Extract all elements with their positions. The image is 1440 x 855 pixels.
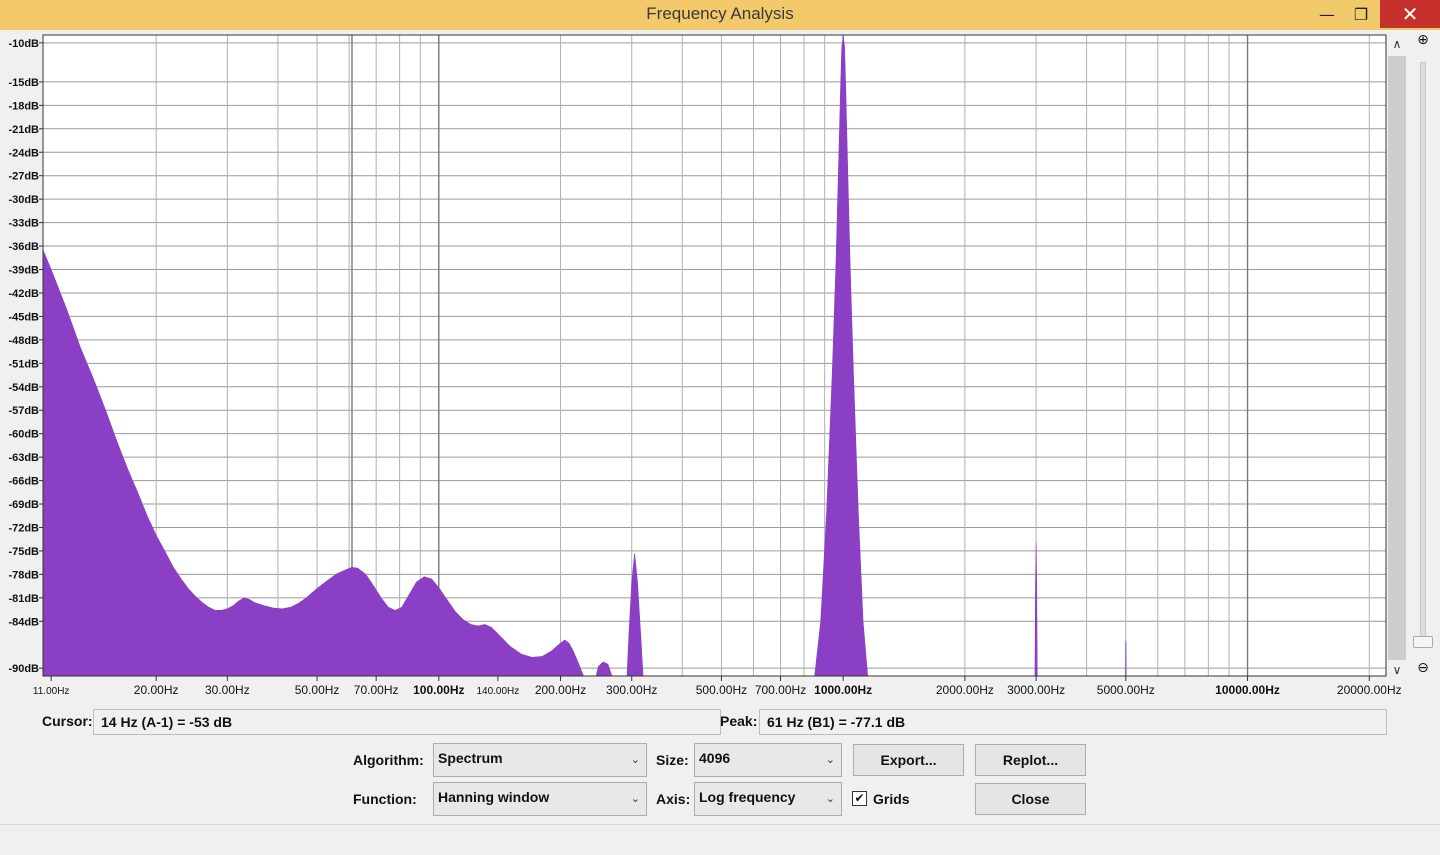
function-label: Function:: [353, 791, 417, 807]
y-tick-label: -69dB: [8, 499, 39, 511]
maximize-button[interactable]: ❐: [1344, 0, 1378, 28]
function-select[interactable]: Hanning window ⌄: [433, 782, 647, 816]
chevron-down-icon: ⌄: [825, 754, 835, 766]
x-tick-label: 700.00Hz: [755, 683, 806, 697]
y-tick-label: -90dB: [8, 663, 39, 675]
minimize-button[interactable]: —: [1310, 0, 1344, 28]
close-icon: ✕: [1401, 2, 1419, 26]
x-tick-label: 3000.00Hz: [1007, 683, 1065, 697]
y-tick-label: -10dB: [8, 38, 39, 50]
export-button[interactable]: Export...: [853, 744, 964, 776]
y-tick-label: -42dB: [8, 288, 39, 300]
y-tick-label: -21dB: [8, 124, 39, 136]
spectrum-chart[interactable]: -10dB -15dB -18dB -21dB -24dB -27dB -30dB -33dB…: [0, 30, 1440, 706]
axis-label: Axis:: [656, 791, 691, 807]
x-tick-label: 200.00Hz: [535, 683, 586, 697]
scroll-down-icon[interactable]: ∨: [1387, 662, 1407, 678]
size-value: 4096: [699, 750, 731, 766]
y-tick-label: -66dB: [8, 476, 39, 488]
x-tick-label: 2000.00Hz: [936, 683, 994, 697]
y-tick-label: -30dB: [8, 194, 39, 206]
size-select[interactable]: 4096 ⌄: [694, 743, 842, 777]
y-tick-label: -54dB: [8, 382, 39, 394]
zoom-control: ⊕ ⊖: [1410, 32, 1436, 682]
zoom-slider-handle[interactable]: [1413, 636, 1433, 648]
minimize-icon: —: [1319, 4, 1335, 24]
scroll-up-icon[interactable]: ∧: [1387, 36, 1407, 52]
spectrum-chart-area: -10dB -15dB -18dB -21dB -24dB -27dB -30dB -33dB…: [0, 30, 1440, 706]
zoom-out-icon[interactable]: ⊖: [1413, 660, 1433, 680]
x-tick-label: 5000.00Hz: [1097, 683, 1155, 697]
y-tick-label: -15dB: [8, 77, 39, 89]
y-tick-label: -45dB: [8, 311, 39, 323]
x-tick-label: 20.00Hz: [134, 683, 179, 697]
y-tick-label: -33dB: [8, 218, 39, 230]
maximize-icon: ❐: [1353, 4, 1369, 24]
title-bar: Frequency Analysis — ❐ ✕: [0, 0, 1440, 30]
y-tick-label: -39dB: [8, 265, 39, 277]
y-tick-label: -60dB: [8, 429, 39, 441]
x-tick-label: 10000.00Hz: [1215, 683, 1280, 697]
chevron-down-icon: ⌄: [630, 793, 640, 805]
y-tick-label: -81dB: [8, 593, 39, 605]
size-label: Size:: [656, 752, 689, 768]
close-window-button[interactable]: ✕: [1380, 0, 1440, 28]
y-tick-label: -78dB: [8, 569, 39, 581]
algorithm-select[interactable]: Spectrum ⌄: [433, 743, 647, 777]
x-tick-label: 70.00Hz: [354, 683, 399, 697]
y-tick-label: -57dB: [8, 405, 39, 417]
zoom-in-icon[interactable]: ⊕: [1413, 32, 1433, 52]
function-value: Hanning window: [438, 789, 550, 805]
y-tick-label: -75dB: [8, 546, 39, 558]
y-tick-label: -51dB: [8, 358, 39, 370]
x-tick-label: 30.00Hz: [205, 683, 250, 697]
grids-label: Grids: [873, 791, 910, 807]
replot-button[interactable]: Replot...: [975, 744, 1086, 776]
x-tick-label: 1000.00Hz: [814, 683, 872, 697]
y-tick-label: -24dB: [8, 147, 39, 159]
x-tick-label: 50.00Hz: [295, 683, 340, 697]
grids-checkbox[interactable]: ✔: [852, 791, 867, 806]
y-tick-label: -84dB: [8, 616, 39, 628]
y-tick-label: -63dB: [8, 452, 39, 464]
y-tick-label: -48dB: [8, 335, 39, 347]
status-bar: [0, 824, 1440, 855]
peak-readout: 61 Hz (B1) = -77.1 dB: [759, 709, 1387, 735]
x-tick-label: 140.00Hz: [476, 686, 519, 697]
x-tick-label: 20000.00Hz: [1337, 683, 1402, 697]
close-button[interactable]: Close: [975, 783, 1086, 815]
algorithm-value: Spectrum: [438, 750, 503, 766]
x-tick-label: 300.00Hz: [606, 683, 657, 697]
x-tick-label: 11.00Hz: [33, 686, 70, 697]
y-tick-label: -36dB: [8, 241, 39, 253]
y-tick-label: -18dB: [8, 100, 39, 112]
cursor-label: Cursor:: [42, 713, 93, 729]
algorithm-label: Algorithm:: [353, 752, 424, 768]
cursor-readout: 14 Hz (A-1) = -53 dB: [93, 709, 721, 735]
axis-value: Log frequency: [699, 789, 796, 805]
peak-label: Peak:: [720, 713, 758, 729]
x-tick-label: 100.00Hz: [413, 683, 464, 697]
chevron-down-icon: ⌄: [630, 754, 640, 766]
x-tick-label: 500.00Hz: [696, 683, 747, 697]
axis-select[interactable]: Log frequency ⌄: [694, 782, 842, 816]
vertical-scrollbar[interactable]: ∧ ∨: [1387, 36, 1407, 678]
window-title: Frequency Analysis: [646, 4, 794, 23]
zoom-slider-track[interactable]: [1420, 62, 1426, 648]
scroll-thumb[interactable]: [1388, 56, 1406, 660]
y-tick-label: -27dB: [8, 171, 39, 183]
y-tick-label: -72dB: [8, 522, 39, 534]
chevron-down-icon: ⌄: [825, 793, 835, 805]
